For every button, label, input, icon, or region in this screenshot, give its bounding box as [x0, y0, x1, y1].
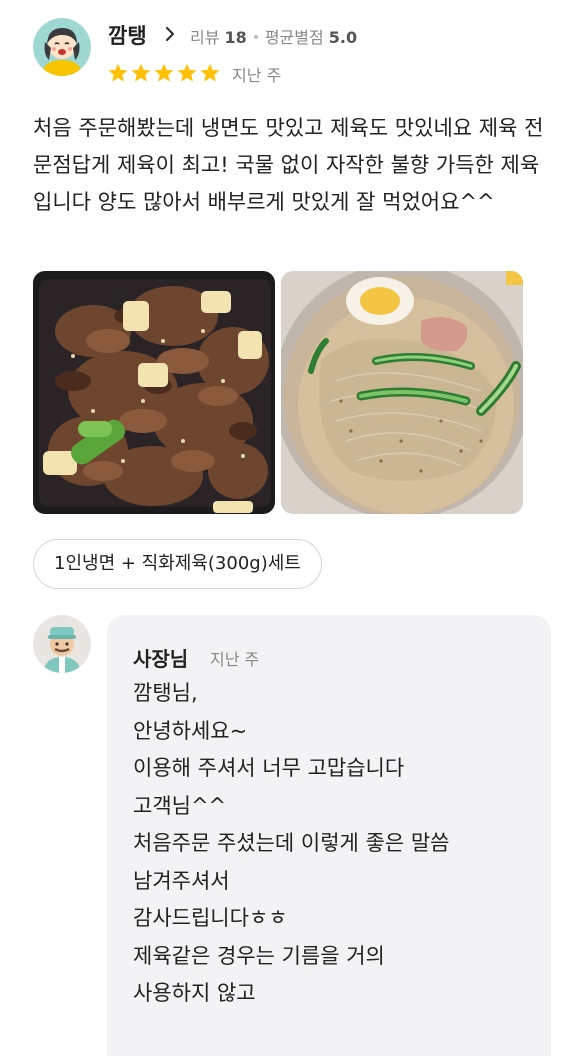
reply-line: 안녕하세요~: [133, 718, 248, 743]
chevron-right-icon[interactable]: [160, 24, 180, 44]
ordered-menu-chip[interactable]: 1인냉면 + 직화제육(300g)세트: [33, 539, 322, 589]
review-photo-jeyuk[interactable]: [33, 271, 275, 514]
reply-line: 감사드립니다ㅎㅎ: [133, 906, 288, 930]
review-photo-naengmyeon[interactable]: [281, 271, 523, 514]
owner-reply: 사장님 지난 주 깜탱님, 안녕하세요~ 이용해 주셔서 너무 고맙습니다 고객…: [107, 615, 551, 1056]
reply-line: 이용해 주셔서 너무 고맙습니다: [133, 756, 405, 780]
rating-stars: [107, 62, 221, 84]
reply-line: 제육같은 경우는 기름을 거의: [133, 943, 385, 968]
separator-dot: [253, 35, 258, 39]
star-icon: [200, 63, 220, 82]
reviewer-stats: 리뷰 18 평균별점 5.0: [190, 24, 357, 48]
reviewer-avatar[interactable]: [33, 18, 91, 76]
reply-line: 고객님^^: [133, 793, 227, 818]
reply-line: 처음주문 주셨는데 이렇게 좋은 말씀: [133, 831, 450, 855]
owner-avatar: [33, 615, 91, 673]
reply-line: 깜탱님,: [133, 681, 198, 705]
star-icon: [177, 63, 197, 82]
star-icon: [154, 63, 174, 82]
star-icon: [131, 63, 151, 82]
owner-name: 사장님: [133, 647, 189, 671]
avg-rating-label: 평균별점: [264, 28, 324, 47]
star-icon: [108, 63, 128, 82]
review-text: 처음 주문해봤는데 냉면도 맛있고 제육도 맛있네요 제육 전문점답게 제육이 …: [33, 116, 544, 214]
owner-reply-time: 지난 주: [210, 650, 260, 669]
reply-line: 사용하지 않고: [133, 981, 256, 1005]
review-count-label: 리뷰: [190, 28, 220, 47]
reply-line: 남겨주셔서: [133, 868, 230, 893]
owner-reply-text: 깜탱님, 안녕하세요~ 이용해 주셔서 너무 고맙습니다 고객님^^ 처음주문 …: [133, 675, 543, 1013]
review-count: 18: [224, 28, 247, 47]
reviewer-nickname[interactable]: 깜탱: [108, 20, 147, 50]
review-time: 지난 주: [232, 66, 282, 85]
avg-rating: 5.0: [328, 28, 358, 47]
